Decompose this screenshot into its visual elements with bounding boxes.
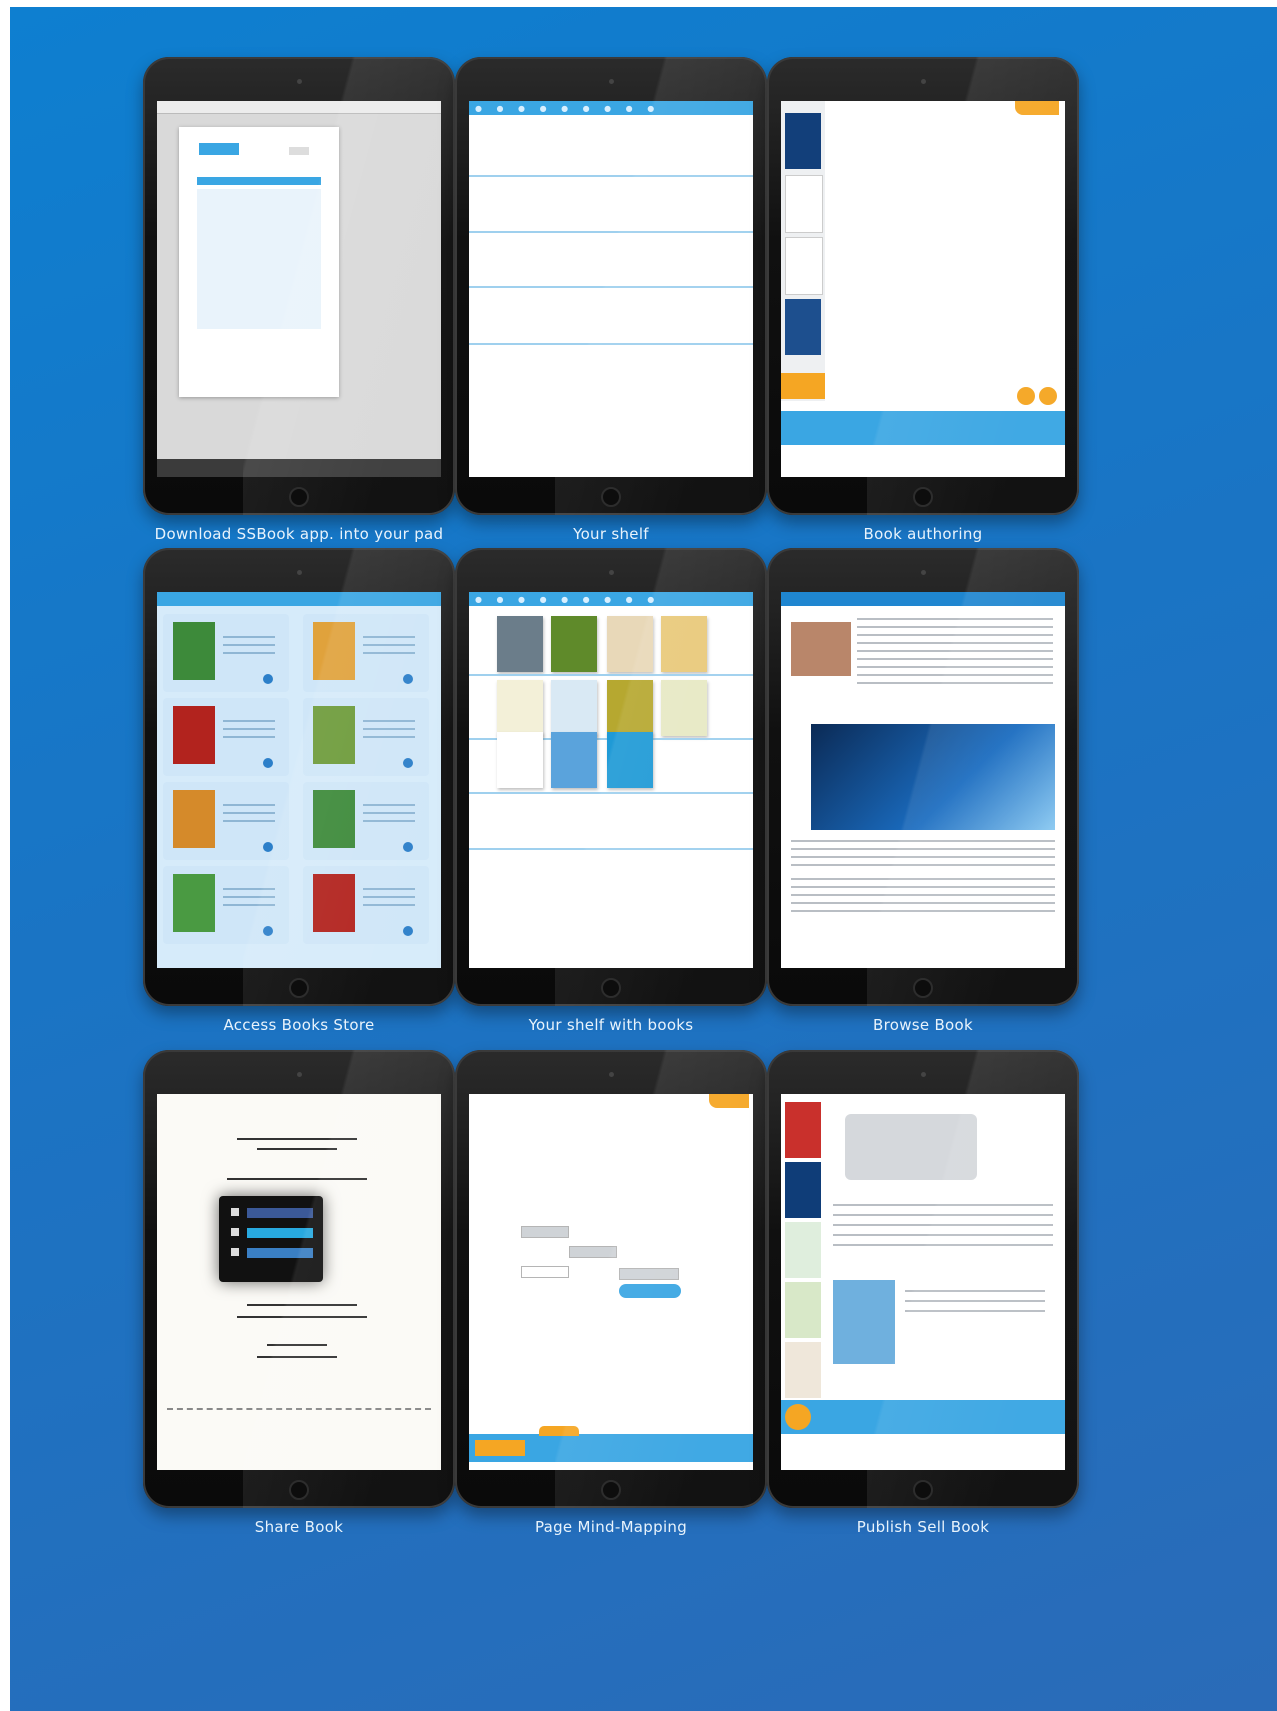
camera-icon (609, 1072, 614, 1077)
ipad-device (767, 57, 1079, 515)
camera-icon (609, 570, 614, 575)
home-button[interactable] (601, 1480, 621, 1500)
ipad-device (143, 1050, 455, 1508)
home-button[interactable] (601, 978, 621, 998)
screen-shelf-books: ● ● ● ● ● ● ● ● ● (469, 592, 753, 968)
screen-authoring (781, 101, 1065, 477)
ipad-device (455, 1050, 767, 1508)
screen-mindmap (469, 1094, 753, 1470)
screen-store (157, 592, 441, 968)
home-button[interactable] (289, 487, 309, 507)
share-twitter-button[interactable] (247, 1228, 313, 1238)
ipad-device (767, 548, 1079, 1006)
caption: Access Books Store (223, 1016, 375, 1034)
home-button[interactable] (913, 978, 933, 998)
caption: Book authoring (863, 525, 983, 543)
camera-icon (297, 1072, 302, 1077)
camera-icon (297, 79, 302, 84)
ipad-device (143, 548, 455, 1006)
camera-icon (609, 79, 614, 84)
ipad-device (143, 57, 455, 515)
home-button[interactable] (289, 978, 309, 998)
caption: Publish Sell Book (856, 1518, 990, 1536)
screen-publish (781, 1094, 1065, 1470)
caption: Share Book (254, 1518, 344, 1536)
ipad-device (767, 1050, 1079, 1508)
screen-share (157, 1094, 441, 1470)
add-page-button[interactable] (781, 373, 825, 399)
background-panel: Download SSBook app. into your pad ● ● ●… (10, 7, 1277, 1711)
share-email-button[interactable] (247, 1248, 313, 1258)
caption: Download SSBook app. into your pad (154, 525, 444, 543)
plus-icon[interactable] (785, 1404, 811, 1430)
home-button[interactable] (913, 487, 933, 507)
camera-icon (921, 1072, 926, 1077)
camera-icon (297, 570, 302, 575)
screen-browse (781, 592, 1065, 968)
home-button[interactable] (601, 487, 621, 507)
home-button[interactable] (289, 1480, 309, 1500)
screen-shelf: ● ● ● ● ● ● ● ● ● (469, 101, 753, 477)
camera-icon (921, 570, 926, 575)
caption: Your shelf with books (528, 1016, 694, 1034)
caption: Page Mind-Mapping (534, 1518, 688, 1536)
ipad-device: ● ● ● ● ● ● ● ● ● (455, 57, 767, 515)
ipad-device: ● ● ● ● ● ● ● ● ● (455, 548, 767, 1006)
screen-app-store (157, 101, 441, 477)
camera-icon (921, 79, 926, 84)
share-dialog[interactable] (219, 1196, 323, 1282)
home-button[interactable] (913, 1480, 933, 1500)
share-facebook-button[interactable] (247, 1208, 313, 1218)
caption: Your shelf (573, 525, 649, 543)
caption: Browse Book (872, 1016, 974, 1034)
